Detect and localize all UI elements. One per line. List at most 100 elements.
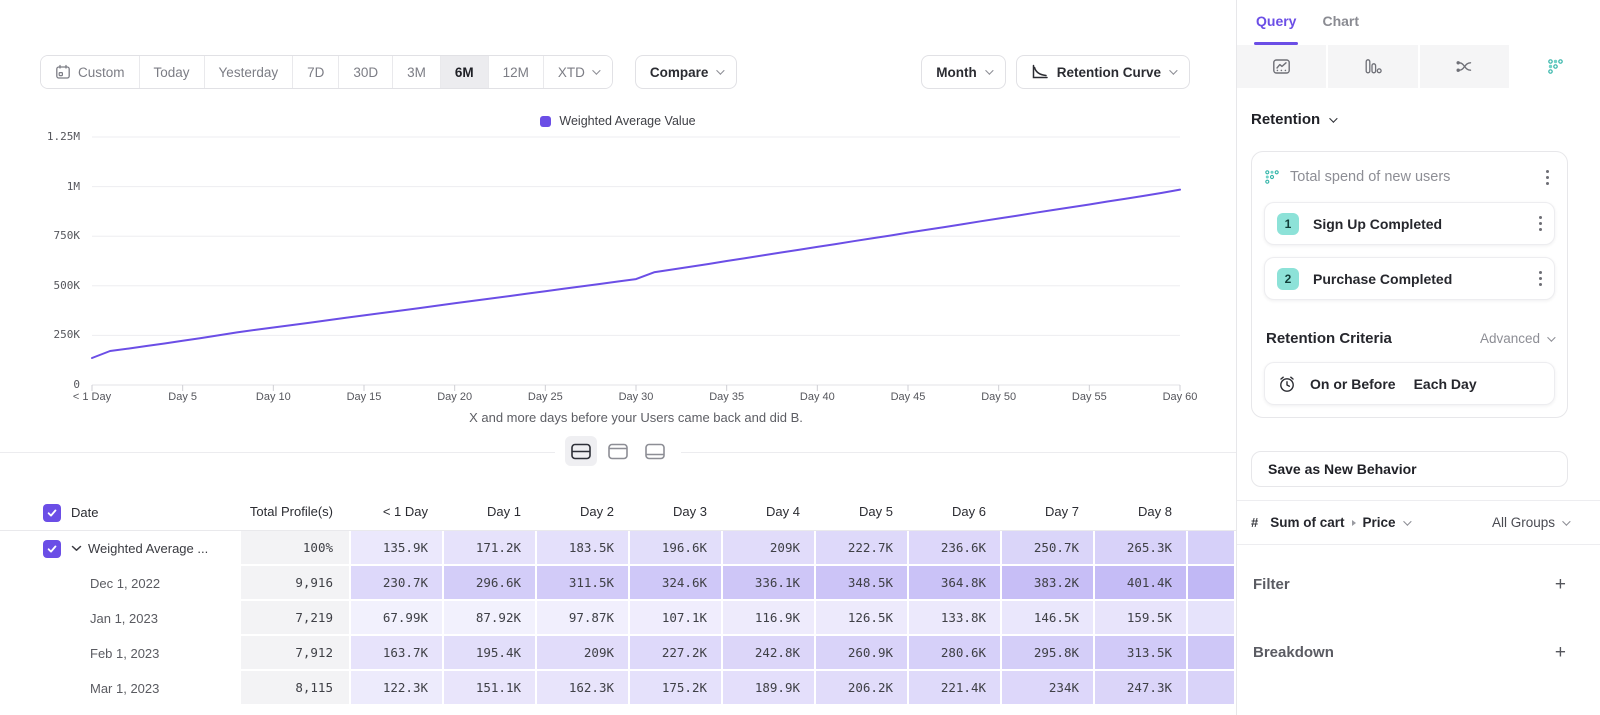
retention-value-cell[interactable]: 189.9K bbox=[723, 671, 816, 706]
row-label-date[interactable]: Mar 1, 2023 bbox=[0, 671, 241, 706]
behavior-header[interactable]: Total spend of new users bbox=[1264, 164, 1555, 190]
x-axis-tick: Day 10 bbox=[233, 391, 313, 403]
retention-value-cell[interactable]: 324.6K bbox=[630, 566, 723, 601]
row-label-weighted-average[interactable]: Weighted Average ... bbox=[0, 531, 241, 566]
column-header[interactable]: < 1 Day bbox=[351, 495, 444, 530]
add-breakdown-button[interactable]: + bbox=[1555, 643, 1566, 662]
row-label: Mar 1, 2023 bbox=[90, 681, 159, 696]
column-header-overflow bbox=[1188, 495, 1236, 530]
groups-dropdown[interactable]: All Groups bbox=[1492, 515, 1568, 530]
report-type-flows[interactable] bbox=[1420, 45, 1509, 88]
retention-value-cell[interactable]: 126.5K bbox=[816, 601, 909, 636]
retention-value-cell[interactable]: 295.8K bbox=[1002, 636, 1095, 671]
tab-query[interactable]: Query bbox=[1256, 13, 1296, 45]
retention-value-cell[interactable]: 97.87K bbox=[537, 601, 630, 636]
column-header[interactable]: Day 7 bbox=[1002, 495, 1095, 530]
retention-value-cell[interactable]: 265.3K bbox=[1095, 531, 1188, 566]
x-axis-tick: Day 15 bbox=[324, 391, 404, 403]
retention-value-cell[interactable]: 171.2K bbox=[444, 531, 537, 566]
column-header[interactable]: Day 2 bbox=[537, 495, 630, 530]
retention-value-cell[interactable]: 87.92K bbox=[444, 601, 537, 636]
retention-value-cell[interactable]: 151.1K bbox=[444, 671, 537, 706]
kebab-menu-icon[interactable] bbox=[1540, 166, 1555, 189]
retention-value-cell[interactable]: 206.2K bbox=[816, 671, 909, 706]
row-label-date[interactable]: Dec 1, 2022 bbox=[0, 566, 241, 601]
kebab-menu-icon[interactable] bbox=[1533, 267, 1548, 290]
view-toggle-split-view[interactable] bbox=[565, 436, 597, 466]
step-row-2[interactable]: 2 Purchase Completed bbox=[1264, 257, 1555, 300]
retention-value-cell[interactable]: 348.5K bbox=[816, 566, 909, 601]
retention-value-cell[interactable]: 107.1K bbox=[630, 601, 723, 636]
report-type-insights[interactable] bbox=[1237, 45, 1326, 88]
retention-value-cell[interactable]: 236.6K bbox=[909, 531, 1002, 566]
retention-value-cell[interactable]: 133.8K bbox=[909, 601, 1002, 636]
column-header[interactable]: Day 3 bbox=[630, 495, 723, 530]
retention-value-cell[interactable]: 230.7K bbox=[351, 566, 444, 601]
checkbox-checked[interactable] bbox=[43, 540, 61, 558]
save-as-new-behavior-button[interactable]: Save as New Behavior bbox=[1251, 451, 1568, 487]
retention-value-cell[interactable]: 162.3K bbox=[537, 671, 630, 706]
retention-value-cell[interactable]: 183.5K bbox=[537, 531, 630, 566]
row-label-date[interactable]: Feb 1, 2023 bbox=[0, 636, 241, 671]
retention-value-cell[interactable]: 116.9K bbox=[723, 601, 816, 636]
tab-chart[interactable]: Chart bbox=[1322, 13, 1359, 45]
column-header[interactable]: Day 8 bbox=[1095, 495, 1188, 530]
retention-value-cell[interactable]: 242.8K bbox=[723, 636, 816, 671]
retention-value-cell-clipped bbox=[1188, 566, 1236, 601]
breakdown-section: Breakdown + bbox=[1251, 643, 1568, 662]
report-section-selector[interactable]: Retention bbox=[1251, 111, 1568, 128]
retention-value-cell[interactable]: 163.7K bbox=[351, 636, 444, 671]
view-toggle-table-view[interactable] bbox=[639, 436, 671, 466]
add-filter-button[interactable]: + bbox=[1555, 575, 1566, 594]
column-header[interactable]: Day 1 bbox=[444, 495, 537, 530]
retention-value-cell[interactable]: 175.2K bbox=[630, 671, 723, 706]
column-header[interactable]: Day 5 bbox=[816, 495, 909, 530]
row-label-date[interactable]: Jan 1, 2023 bbox=[0, 601, 241, 636]
retention-value-cell[interactable]: 383.2K bbox=[1002, 566, 1095, 601]
retention-value-cell[interactable]: 247.3K bbox=[1095, 671, 1188, 706]
retention-value-cell[interactable]: 296.6K bbox=[444, 566, 537, 601]
retention-value-cell[interactable]: 146.5K bbox=[1002, 601, 1095, 636]
criteria-condition-row[interactable]: On or Before Each Day bbox=[1264, 362, 1555, 405]
retention-value-cell[interactable]: 227.2K bbox=[630, 636, 723, 671]
date-column-header[interactable]: Date bbox=[0, 495, 241, 530]
retention-value-cell[interactable]: 122.3K bbox=[351, 671, 444, 706]
x-axis-tick: Day 45 bbox=[868, 391, 948, 403]
chevron-down-icon[interactable] bbox=[71, 545, 82, 552]
retention-value-cell[interactable]: 336.1K bbox=[723, 566, 816, 601]
retention-value-cell[interactable]: 209K bbox=[537, 636, 630, 671]
column-header[interactable]: Total Profile(s) bbox=[241, 495, 351, 530]
retention-criteria-row: Retention Criteria Advanced bbox=[1264, 330, 1555, 347]
measurement-property-dropdown[interactable]: Sum of cart Price bbox=[1270, 515, 1480, 530]
panel-content: Retention Total spend of new users bbox=[1237, 111, 1600, 662]
retention-value-cell[interactable]: 311.5K bbox=[537, 566, 630, 601]
report-type-retention[interactable] bbox=[1511, 45, 1600, 88]
retention-value-cell[interactable]: 234K bbox=[1002, 671, 1095, 706]
checkbox-checked[interactable] bbox=[43, 504, 61, 522]
retention-line-chart[interactable] bbox=[0, 0, 1236, 452]
retention-value-cell[interactable]: 196.6K bbox=[630, 531, 723, 566]
report-type-funnels[interactable] bbox=[1328, 45, 1417, 88]
criteria-mode-dropdown[interactable]: Advanced bbox=[1480, 331, 1553, 346]
retention-value-cell[interactable]: 401.4K bbox=[1095, 566, 1188, 601]
retention-value-cell[interactable]: 260.9K bbox=[816, 636, 909, 671]
kebab-menu-icon[interactable] bbox=[1533, 212, 1548, 235]
retention-value-cell[interactable]: 364.8K bbox=[909, 566, 1002, 601]
retention-value-cell[interactable]: 135.9K bbox=[351, 531, 444, 566]
view-toggle-chart-view[interactable] bbox=[602, 436, 634, 466]
column-header[interactable]: Day 6 bbox=[909, 495, 1002, 530]
retention-value-cell[interactable]: 313.5K bbox=[1095, 636, 1188, 671]
retention-value-cell[interactable]: 195.4K bbox=[444, 636, 537, 671]
retention-value-cell[interactable]: 222.7K bbox=[816, 531, 909, 566]
retention-value-cell[interactable]: 280.6K bbox=[909, 636, 1002, 671]
criteria-condition-label: On or Before bbox=[1310, 376, 1396, 392]
retention-value-cell[interactable]: 250.7K bbox=[1002, 531, 1095, 566]
column-header[interactable]: Day 4 bbox=[723, 495, 816, 530]
chevron-down-icon bbox=[1403, 517, 1411, 525]
retention-value-cell[interactable]: 67.99K bbox=[351, 601, 444, 636]
funnels-icon bbox=[1364, 58, 1382, 75]
retention-value-cell[interactable]: 221.4K bbox=[909, 671, 1002, 706]
step-row-1[interactable]: 1 Sign Up Completed bbox=[1264, 202, 1555, 245]
retention-value-cell[interactable]: 209K bbox=[723, 531, 816, 566]
retention-value-cell[interactable]: 159.5K bbox=[1095, 601, 1188, 636]
